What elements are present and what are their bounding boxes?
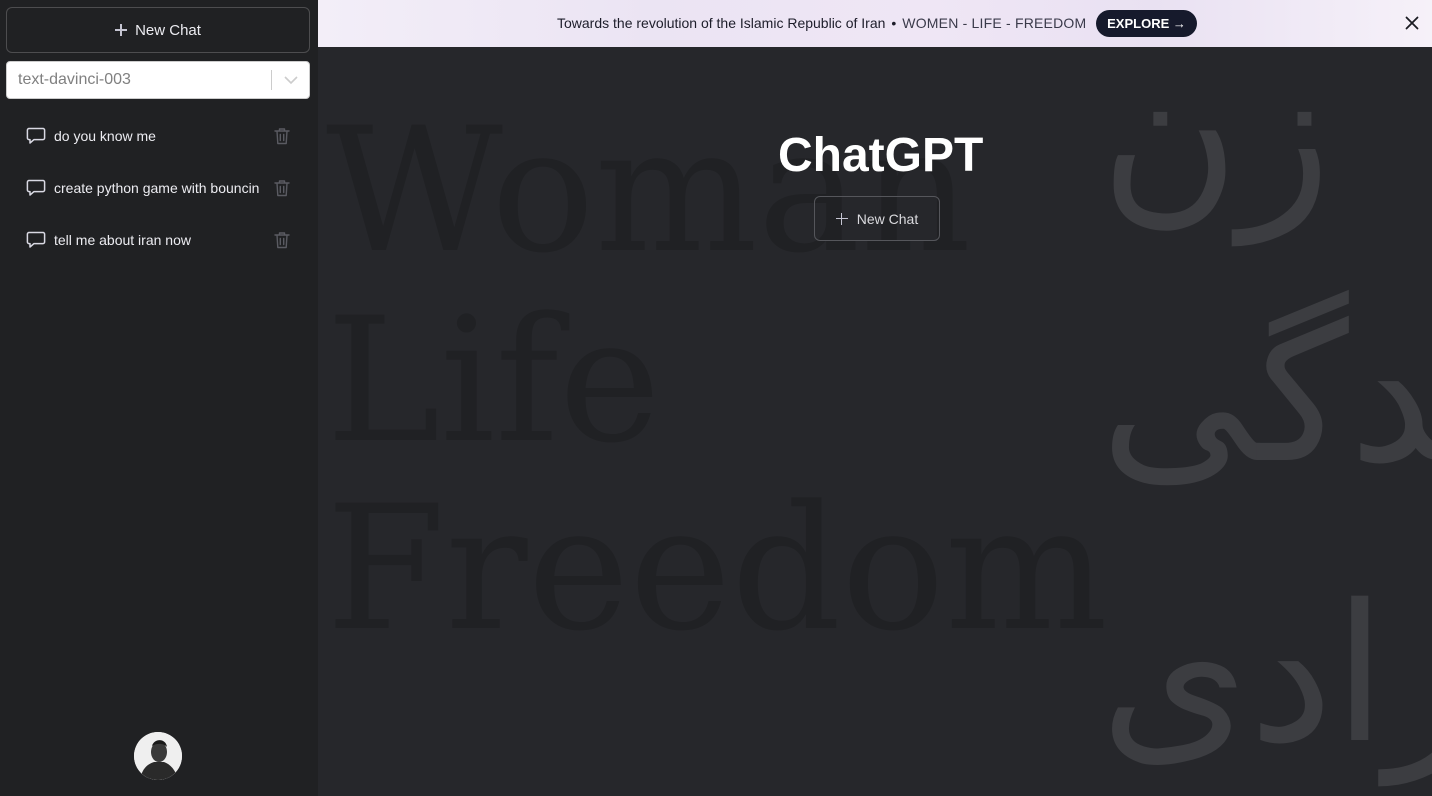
conversation-label: tell me about iran now: [54, 232, 191, 248]
conversation-label: create python game with bouncin: [54, 180, 260, 196]
conversation-list: do you know me create python game with b…: [16, 110, 300, 266]
chat-bubble-icon: [26, 230, 46, 250]
trash-icon[interactable]: [274, 231, 290, 249]
user-avatar[interactable]: [134, 732, 182, 780]
woman-life-freedom-artwork: Woman Life Freedom زن زندگی آزادی: [326, 24, 1432, 786]
bg-english-line: Freedom: [326, 468, 1108, 669]
bg-persian-line: زن: [1100, 24, 1331, 246]
model-select-value: text-davinci-003: [18, 71, 131, 88]
explore-button[interactable]: EXPLORE →: [1096, 10, 1197, 37]
announcement-banner: Towards the revolution of the Islamic Re…: [318, 0, 1432, 47]
banner-text: Towards the revolution of the Islamic Re…: [557, 15, 886, 31]
bg-persian-line: آزادی: [1100, 561, 1432, 786]
sidebar: New Chat text-davinci-003 do you know me…: [0, 0, 318, 796]
bg-english-line: Woman: [326, 90, 971, 291]
model-select[interactable]: text-davinci-003: [6, 61, 310, 99]
main-area: Woman Life Freedom زن زندگی آزادی ChatGP…: [318, 0, 1432, 796]
conversation-item[interactable]: do you know me: [16, 110, 300, 162]
main-new-chat-button[interactable]: New Chat: [814, 196, 940, 241]
page-title: ChatGPT: [778, 129, 984, 182]
bg-english-line: Life: [326, 280, 661, 481]
conversation-item[interactable]: create python game with bouncin: [16, 162, 300, 214]
plus-icon: [115, 24, 128, 36]
bg-persian-line: زندگی: [1100, 284, 1432, 506]
banner-slogan: WOMEN - LIFE - FREEDOM: [902, 15, 1087, 31]
chat-bubble-icon: [26, 178, 46, 198]
trash-icon[interactable]: [274, 127, 290, 145]
banner-separator: •: [891, 15, 897, 31]
plus-icon: [835, 212, 848, 225]
chat-bubble-icon: [26, 126, 46, 146]
sidebar-new-chat-label: New Chat: [135, 21, 201, 39]
close-icon[interactable]: [1405, 16, 1419, 30]
trash-icon[interactable]: [274, 179, 290, 197]
banner-message: Towards the revolution of the Islamic Re…: [557, 15, 1086, 31]
chevron-down-icon[interactable]: [272, 62, 309, 98]
conversation-item[interactable]: tell me about iran now: [16, 214, 300, 266]
conversation-label: do you know me: [54, 128, 156, 144]
main-new-chat-label: New Chat: [856, 210, 919, 227]
sidebar-new-chat-button[interactable]: New Chat: [6, 7, 310, 53]
